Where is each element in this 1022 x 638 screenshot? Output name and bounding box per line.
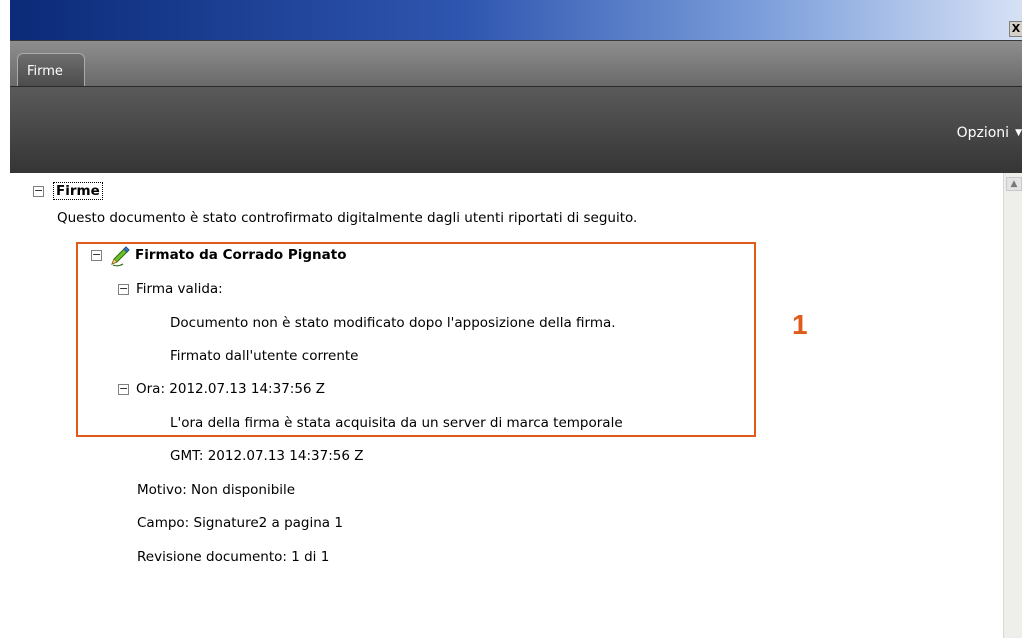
close-button[interactable]: X xyxy=(1009,21,1022,37)
signatures-description: Questo documento è stato controfirmato d… xyxy=(57,210,638,226)
tree-root-label: Firme xyxy=(53,182,103,200)
title-bar: X xyxy=(10,0,1022,40)
signatures-tree-pane: ▲ − Firme Questo documento è stato contr… xyxy=(10,173,1022,638)
scroll-up-arrow-icon[interactable]: ▲ xyxy=(1006,177,1022,191)
signature-field: Campo: Signature2 a pagina 1 xyxy=(137,515,343,531)
signature-revision: Revisione documento: 1 di 1 xyxy=(137,549,330,565)
signature-reason: Motivo: Non disponibile xyxy=(137,482,296,498)
signatures-panel-window: X Firme Opzioni ▼ ▲ − Firme Questo docume… xyxy=(10,0,1022,638)
panel-toolbar: Opzioni ▼ xyxy=(10,86,1022,173)
vertical-scrollbar[interactable]: ▲ xyxy=(1003,173,1022,638)
tab-bar: Firme xyxy=(10,40,1022,87)
chevron-down-icon: ▼ xyxy=(1015,128,1022,138)
time-detail-gmt: GMT: 2012.07.13 14:37:56 Z xyxy=(170,448,364,464)
collapse-toggle-root[interactable]: − xyxy=(33,185,44,197)
annotation-number: 1 xyxy=(792,309,808,340)
desktop-edge xyxy=(0,0,10,638)
tree-root-firme[interactable]: Firme xyxy=(53,181,103,201)
options-menu-button[interactable]: Opzioni ▼ xyxy=(957,125,1022,141)
options-label: Opzioni xyxy=(956,125,1010,141)
annotation-highlight-box xyxy=(76,242,756,437)
tab-firme[interactable]: Firme xyxy=(17,53,85,87)
